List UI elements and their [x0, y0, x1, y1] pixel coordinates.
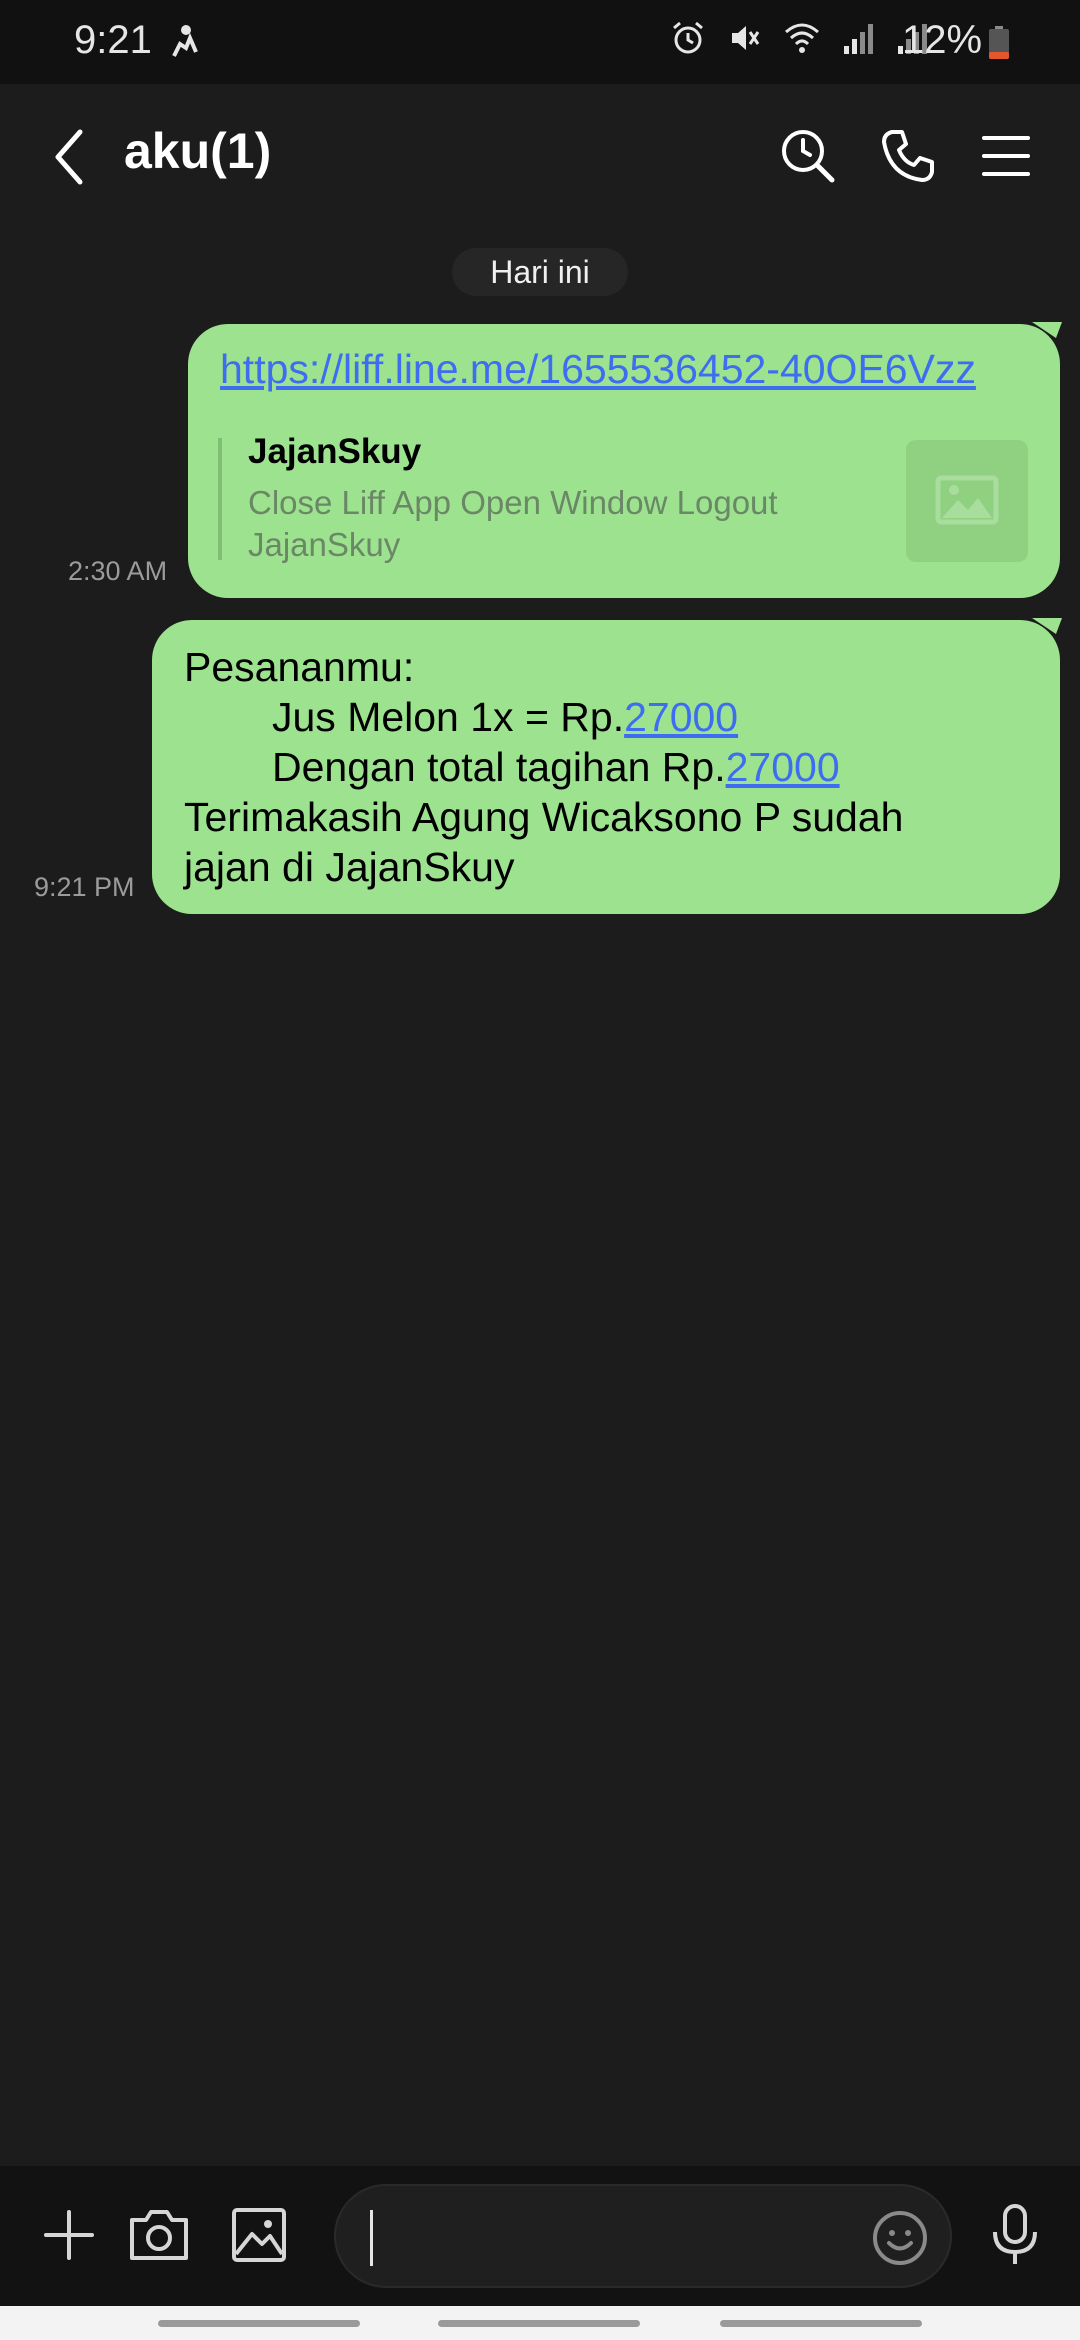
order-item: Jus Melon 1x = Rp. — [272, 694, 625, 740]
preview-divider — [218, 438, 222, 560]
message-line: jajan di JajanSkuy — [184, 844, 515, 890]
status-icons — [670, 20, 930, 56]
phone-icon[interactable] — [876, 124, 940, 188]
image-placeholder-icon — [935, 475, 999, 525]
message-timestamp: 9:21 PM — [34, 872, 135, 902]
signal-icon — [844, 24, 873, 54]
status-time: 9:21 — [74, 18, 152, 62]
search-icon[interactable] — [776, 124, 840, 188]
date-separator: Hari ini — [452, 248, 628, 296]
link-preview-title[interactable]: JajanSkuy — [248, 432, 421, 472]
microphone-icon[interactable] — [980, 2200, 1050, 2270]
message-line: Terimakasih Agung Wicaksono P sudah — [184, 794, 904, 840]
battery-percentage: 12% — [902, 18, 983, 62]
message-bubble-link[interactable]: https://liff.line.me/1655536452-40OE6Vzz… — [188, 322, 1062, 598]
bubble-tail — [1032, 618, 1062, 634]
wifi-icon — [785, 23, 819, 53]
message-link[interactable]: https://liff.line.me/1655536452-40OE6Vzz — [220, 346, 976, 393]
message-line: Dengan total tagihan Rp.27000 — [272, 744, 840, 791]
message-line: Pesananmu: — [184, 644, 415, 690]
activity-icon — [172, 25, 198, 57]
alarm-icon — [673, 21, 703, 54]
bubble-tail — [1032, 322, 1062, 338]
chat-header: aku(1) — [0, 84, 1080, 226]
emoji-icon[interactable] — [870, 2208, 930, 2268]
amount-link[interactable]: 27000 — [624, 694, 738, 740]
message-timestamp: 2:30 AM — [68, 556, 168, 586]
battery-icon — [989, 26, 1009, 59]
camera-icon[interactable] — [124, 2200, 194, 2270]
amount-link[interactable]: 27000 — [726, 744, 840, 790]
nav-back[interactable] — [720, 2320, 922, 2327]
message-line: Jus Melon 1x = Rp.27000 — [272, 694, 738, 741]
plus-icon[interactable] — [34, 2200, 104, 2270]
link-preview-thumbnail[interactable] — [906, 440, 1028, 562]
system-nav-bar — [0, 2306, 1080, 2340]
menu-icon[interactable] — [974, 124, 1038, 188]
mute-icon — [732, 26, 760, 50]
nav-home[interactable] — [438, 2320, 640, 2327]
message-input[interactable] — [334, 2184, 952, 2288]
message-input-bar — [0, 2166, 1080, 2306]
text-cursor — [370, 2210, 373, 2266]
nav-recents[interactable] — [158, 2320, 360, 2327]
gallery-icon[interactable] — [224, 2200, 294, 2270]
back-arrow-icon[interactable] — [40, 122, 100, 192]
status-bar: 9:21 12% — [0, 0, 1080, 84]
chat-title: aku(1) — [124, 123, 272, 179]
link-preview-description: Close Liff App Open Window Logout JajanS… — [248, 484, 778, 563]
message-bubble-text[interactable]: Pesananmu: Jus Melon 1x = Rp.27000 Denga… — [152, 618, 1062, 914]
order-total: Dengan total tagihan Rp. — [272, 744, 726, 790]
